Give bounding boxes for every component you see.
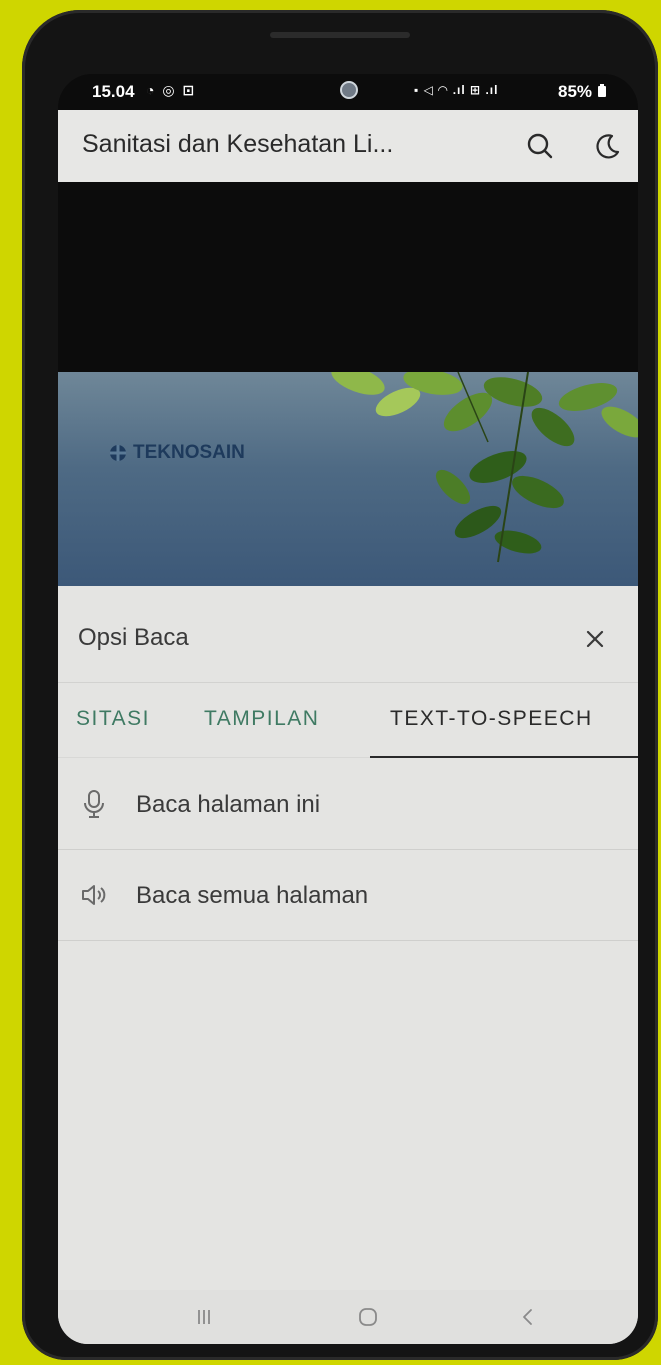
top-app-bar: Sanitasi dan Kesehatan Li... [58, 110, 638, 182]
search-icon [527, 133, 553, 159]
read-all-pages-item[interactable]: Baca semua halaman [58, 850, 638, 940]
banner-brand-name: TEKNOSAIN [133, 442, 245, 463]
back-button[interactable] [508, 1300, 548, 1334]
battery-icon [597, 84, 606, 97]
back-icon [523, 1309, 532, 1325]
read-all-pages-label: Baca semua halaman [136, 882, 369, 909]
read-this-page-label: Baca halaman ini [136, 791, 321, 818]
tab-tampilan[interactable]: TAMPILAN [204, 707, 319, 731]
tab-sitasi[interactable]: SITASI [76, 707, 150, 731]
moon-icon [596, 134, 620, 159]
leaves-illustration [331, 372, 638, 563]
sheet-title: Opsi Baca [78, 624, 189, 651]
read-this-page-item[interactable]: Baca halaman ini [58, 759, 638, 849]
screen: 15.04 ◔ ◎ ⊡ ▪ ◁ ◠ .ıl ⊞ .ıl 85% Sanitasi… [58, 74, 638, 1344]
cover-banner: TEKNOSAIN [58, 372, 638, 587]
phone-frame: 15.04 ◔ ◎ ⊡ ▪ ◁ ◠ .ıl ⊞ .ıl 85% Sanitasi… [22, 10, 658, 1360]
search-button[interactable] [522, 128, 558, 164]
tab-text-to-speech[interactable]: TEXT-TO-SPEECH [390, 707, 593, 731]
status-bar: 15.04 ◔ ◎ ⊡ ▪ ◁ ◠ .ıl ⊞ .ıl 85% [58, 74, 638, 108]
recent-apps-button[interactable] [184, 1300, 224, 1334]
list-divider [58, 940, 638, 941]
recent-apps-icon [198, 1310, 210, 1324]
dark-mode-toggle[interactable] [590, 128, 626, 164]
status-signal-icons: ▪ ◁ ◠ .ıl ⊞ .ıl [414, 83, 499, 97]
status-notification-icons: ◔ ◎ ⊡ [146, 82, 197, 98]
status-time: 15.04 [92, 82, 135, 101]
teknosain-logo-icon [110, 445, 126, 461]
battery-percent: 85% [558, 82, 593, 101]
home-button[interactable] [348, 1300, 388, 1334]
speaker-icon [82, 885, 106, 905]
phone-speaker [270, 32, 410, 38]
close-icon [586, 630, 604, 648]
reading-options-sheet: Opsi Baca SITASI TAMPILAN TEXT-TO-SPEECH [58, 586, 638, 1344]
system-nav-bar [58, 1290, 638, 1344]
home-icon [359, 1308, 377, 1326]
page-title: Sanitasi dan Kesehatan Li... [82, 130, 394, 158]
camera-cutout [340, 81, 358, 99]
microphone-icon [84, 790, 104, 818]
close-button[interactable] [580, 624, 610, 654]
battery-level: 85% [558, 82, 607, 102]
banner-logo: TEKNOSAIN [108, 442, 245, 464]
sheet-header-divider [58, 682, 638, 683]
active-tab-indicator [370, 756, 638, 758]
cover-dark-area [58, 182, 638, 372]
